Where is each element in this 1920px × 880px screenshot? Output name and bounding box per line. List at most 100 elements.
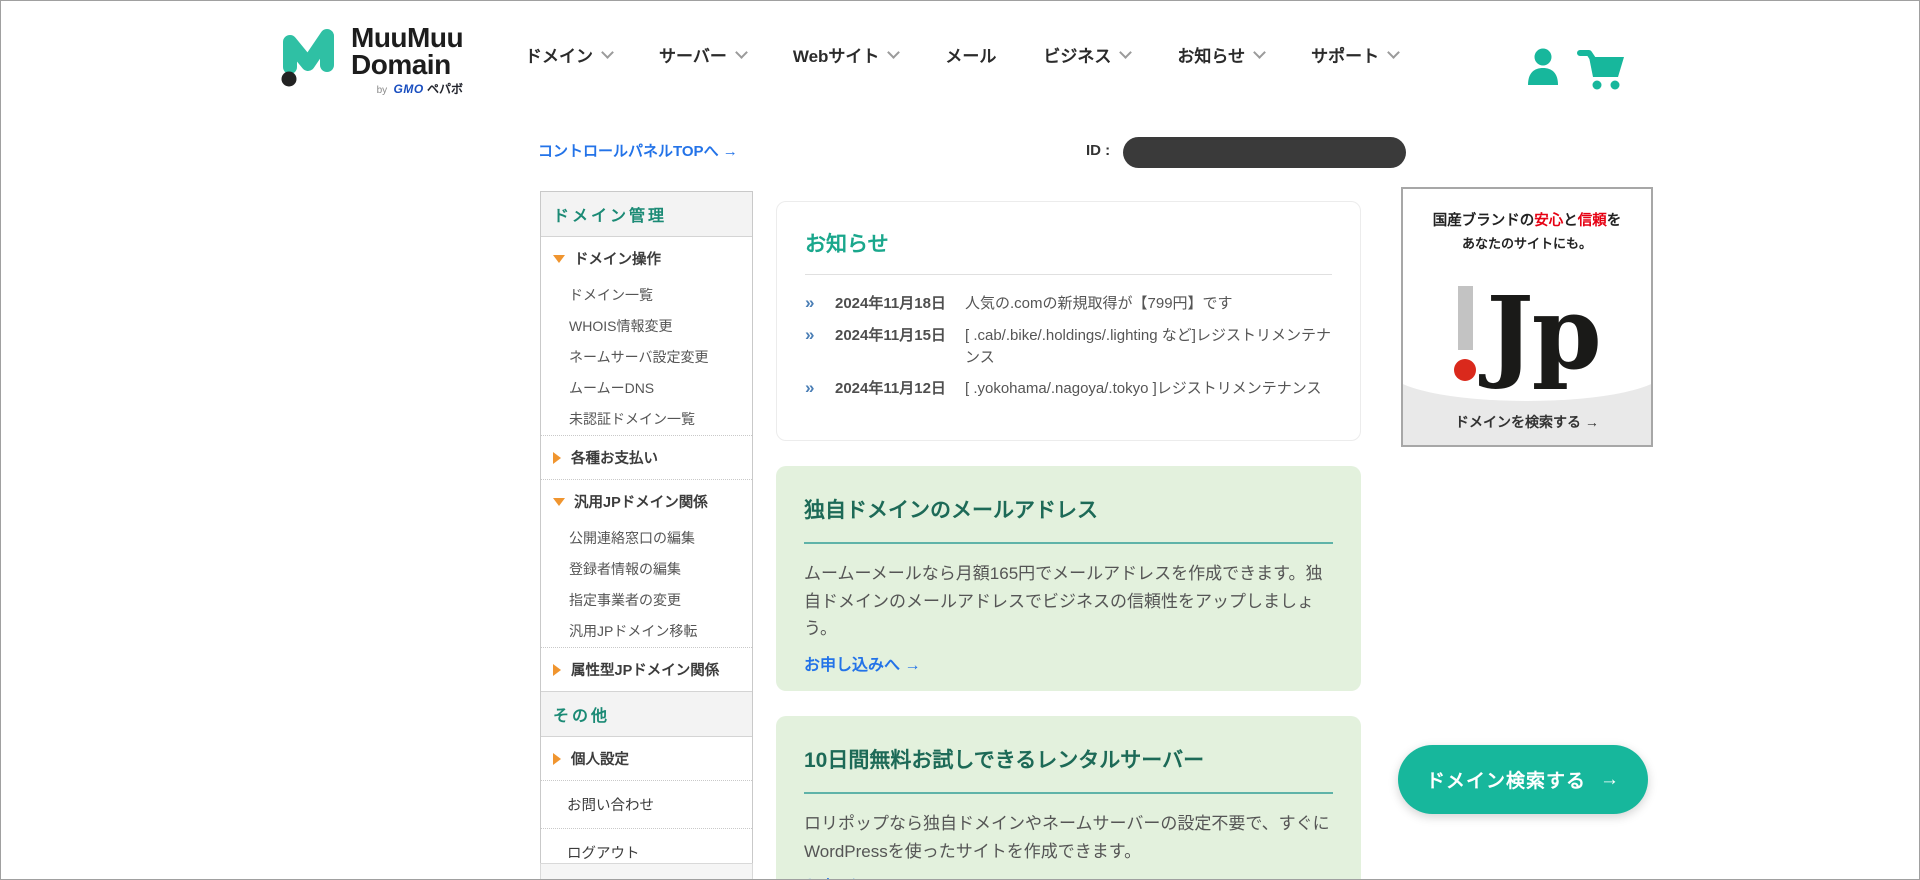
nav-item-mail-label: メール (945, 47, 997, 66)
news-link[interactable]: [ .cab/.bike/.holdings/.lighting など]レジスト… (965, 325, 1332, 369)
jp-domain-banner[interactable]: 国産ブランドの安心と信頼を あなたのサイトにも。 Jp ドメインを検索する → (1401, 187, 1653, 447)
news-date: 2024年11月18日 (835, 295, 946, 312)
sidebar-item-nameserver-settings[interactable]: ネームサーバ設定変更 (541, 342, 752, 373)
sidebar-header-others: その他 (541, 691, 752, 737)
sidebar-secondary-box-cutoff (540, 863, 753, 879)
sidebar-group-label: 汎用JPドメイン関係 (574, 495, 708, 511)
news-card: お知らせ » 2024年11月18日 人気の.comの新規取得が【799円】です… (776, 201, 1361, 441)
pepabo-logo-text: ペパボ (427, 82, 464, 97)
nav-item-support-label: サポート (1311, 47, 1380, 66)
banner-search-domain-link[interactable]: ドメインを検索する → (1403, 412, 1651, 432)
exclamation-icon (1454, 285, 1477, 381)
promo-mail-card: 独自ドメインのメールアドレス ムームーメールなら月額165円でメールアドレスを作… (776, 466, 1361, 691)
nav-item-mail[interactable]: メール (945, 42, 996, 67)
arrow-right-icon: → (1600, 768, 1620, 790)
exclamation-bar (1457, 285, 1473, 350)
banner-copy-anshin: 安心 (1534, 213, 1564, 229)
chevron-down-icon (1387, 45, 1400, 59)
cart-icon[interactable] (1577, 45, 1627, 91)
double-chevron-icon: » (805, 378, 815, 398)
muumuu-domain-logo[interactable]: MuuMuu Domain by GMO ペパボ (277, 22, 464, 96)
nav-item-website-label: Webサイト (792, 47, 880, 66)
sidebar-group-label: 個人設定 (571, 752, 629, 768)
sidebar-group-domain-operations[interactable]: ドメイン操作 (541, 237, 752, 280)
triangle-right-icon (553, 752, 561, 765)
banner-copy-pre: 国産ブランドの (1432, 213, 1535, 229)
sidebar-group-label: 各種お支払い (571, 451, 658, 467)
chevron-down-icon (1253, 45, 1266, 59)
logo-word-1: MuuMuu (351, 22, 464, 53)
sidebar-item-unverified-domains[interactable]: 未認証ドメイン一覧 (541, 404, 752, 435)
muumuu-logo-icon (277, 25, 351, 94)
gmo-logo-text: GMO (393, 82, 424, 97)
promo-server-card: 10日間無料お試しできるレンタルサーバー ロリポップなら独自ドメインやネームサー… (776, 716, 1361, 879)
domain-search-button-label: ドメイン検索する (1425, 771, 1586, 792)
promo-mail-body: ムームーメールなら月額165円でメールアドレスを作成できます。独自ドメインのメー… (804, 564, 1323, 639)
divider (804, 542, 1333, 544)
sidebar-group-generic-jp-domain[interactable]: 汎用JPドメイン関係 (541, 479, 752, 523)
logo-word-2: Domain (351, 48, 451, 80)
nav-item-business[interactable]: ビジネス (1043, 42, 1133, 67)
sidebar-item-muumuu-dns[interactable]: ムームーDNS (541, 373, 752, 404)
nav-item-business-label: ビジネス (1043, 47, 1112, 66)
triangle-right-icon (553, 451, 561, 464)
sidebar-group-personal-settings[interactable]: 個人設定 (541, 737, 752, 780)
nav-item-news[interactable]: お知らせ (1177, 42, 1266, 67)
news-link[interactable]: [ .yokohama/.nagoya/.tokyo ]レジストリメンテナンス (965, 378, 1332, 400)
top-navigation: MuuMuu Domain by GMO ペパボ ドメイン サーバー Webサイ… (1, 1, 1919, 108)
news-row: » 2024年11月15日 [ .cab/.bike/.holdings/.li… (805, 325, 1332, 369)
banner-copy-line2: あなたのサイトにも。 (1461, 236, 1592, 251)
logo-byline: by GMO ペパボ (351, 83, 463, 96)
news-row: » 2024年11月12日 [ .yokohama/.nagoya/.tokyo… (805, 378, 1332, 400)
triangle-right-icon (553, 663, 561, 676)
sidebar-group-attribute-jp-domain[interactable]: 属性型JPドメイン関係 (541, 647, 752, 691)
sidebar-group-label: 属性型JPドメイン関係 (571, 663, 720, 679)
sidebar-item-jp-domain-transfer[interactable]: 汎用JPドメイン移転 (541, 616, 752, 647)
sidebar-item-public-contact-edit[interactable]: 公開連絡窓口の編集 (541, 523, 752, 554)
id-label: ID : (1086, 142, 1111, 159)
triangle-down-icon (553, 497, 565, 506)
sidebar-item-whois-change[interactable]: WHOIS情報変更 (541, 311, 752, 342)
news-date: 2024年11月12日 (835, 380, 946, 398)
chevron-down-icon (601, 45, 614, 59)
promo-mail-title: 独自ドメインのメールアドレス (804, 499, 1098, 522)
banner-copy-mid: と (1563, 213, 1578, 229)
nav-item-website[interactable]: Webサイト (792, 42, 901, 67)
chevron-down-icon (1119, 45, 1133, 59)
promo-server-body: ロリポップなら独自ドメインやネームサーバーの設定不要で、すぐにWordPress… (804, 814, 1330, 861)
domain-search-button[interactable]: ドメイン検索する → (1398, 745, 1648, 814)
sidebar-group-payments[interactable]: 各種お支払い (541, 435, 752, 479)
user-account-icon[interactable] (1525, 47, 1561, 87)
logo-by-label: by (376, 85, 388, 97)
exclamation-dot (1454, 358, 1477, 381)
sidebar-header-domain-management: ドメイン管理 (541, 192, 752, 237)
divider (804, 792, 1333, 794)
news-title: お知らせ (805, 233, 889, 256)
sidebar-domain-management: ドメイン管理 ドメイン操作 ドメイン一覧 WHOIS情報変更 ネームサーバ設定変… (540, 191, 753, 877)
nav-item-server[interactable]: サーバー (659, 42, 748, 67)
news-date: 2024年11月15日 (835, 326, 946, 344)
nav-item-server-label: サーバー (659, 47, 727, 66)
promo-server-apply-link[interactable]: お申し込みへ → (804, 873, 920, 879)
sidebar-item-contact[interactable]: お問い合わせ (541, 780, 752, 828)
double-chevron-icon: » (805, 324, 815, 344)
jp-logo-text: Jp (1486, 274, 1601, 392)
sidebar-item-registrant-info-edit[interactable]: 登録者情報の編集 (541, 554, 752, 585)
jp-logo: Jp (1403, 273, 1651, 393)
sidebar-item-domain-list[interactable]: ドメイン一覧 (541, 280, 752, 311)
chevron-down-icon (887, 45, 901, 59)
nav-item-domain-label: ドメイン (525, 47, 593, 66)
nav-item-news-label: お知らせ (1177, 47, 1246, 66)
divider (805, 274, 1332, 275)
sidebar-item-registrar-change[interactable]: 指定事業者の変更 (541, 585, 752, 616)
nav-item-domain[interactable]: ドメイン (525, 42, 614, 67)
news-row: » 2024年11月18日 人気の.comの新規取得が【799円】です (805, 293, 1332, 315)
logo-text: MuuMuu Domain by GMO ペパボ (351, 22, 464, 96)
news-link[interactable]: 人気の.comの新規取得が【799円】です (965, 293, 1332, 315)
id-value-redacted (1123, 137, 1406, 168)
main-menu: ドメイン サーバー Webサイト メール ビジネス お知らせ サポート (525, 1, 1400, 108)
control-panel-top-link[interactable]: コントロールパネルTOPへ → (538, 140, 738, 161)
banner-copy-line1: 国産ブランドの安心と信頼を (1403, 211, 1651, 233)
promo-mail-apply-link[interactable]: お申し込みへ → (804, 651, 920, 675)
nav-item-support[interactable]: サポート (1311, 42, 1400, 67)
